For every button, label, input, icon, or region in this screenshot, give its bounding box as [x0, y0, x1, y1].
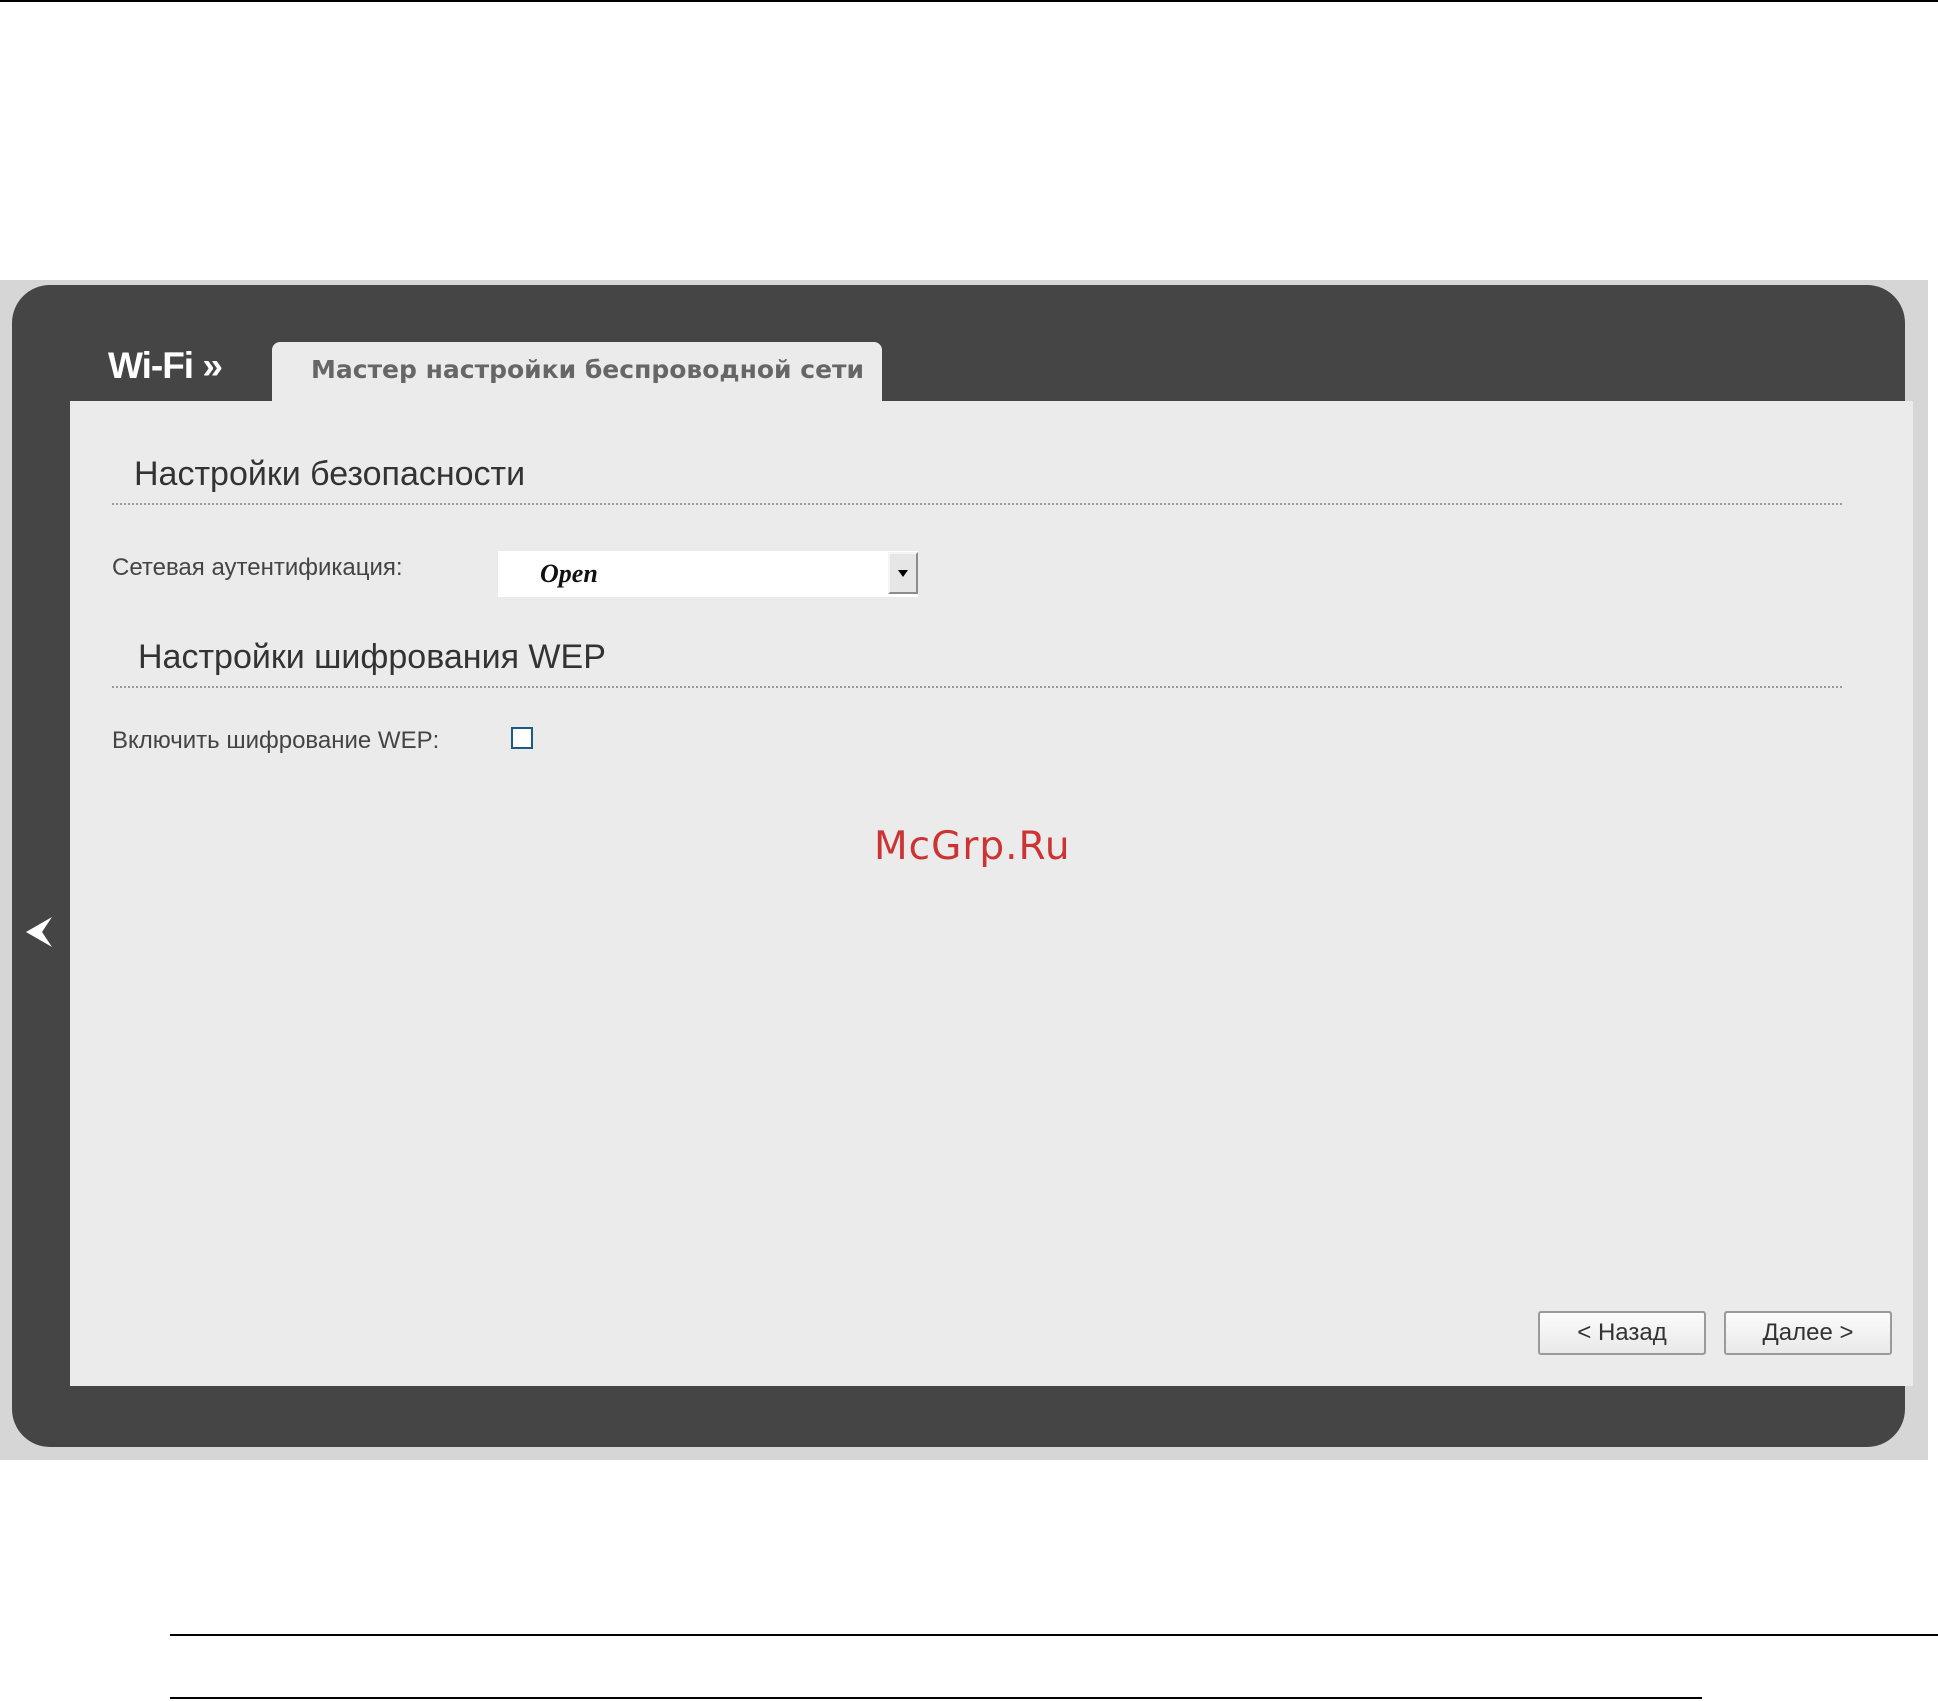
chevron-left-icon — [26, 917, 52, 947]
auth-select-toggle[interactable] — [888, 552, 918, 594]
next-button[interactable]: Далее > — [1724, 1311, 1892, 1355]
wep-heading: Настройки шифрования WEP — [138, 638, 606, 676]
triangle-down-icon — [898, 570, 908, 577]
wep-enable-checkbox[interactable] — [511, 727, 533, 749]
content-area — [70, 401, 1913, 1386]
top-page-rule — [0, 0, 1938, 2]
watermark: McGrp.Ru — [874, 824, 1071, 869]
auth-label: Сетевая аутентификация: — [112, 554, 403, 581]
wep-heading-divider — [112, 686, 1842, 688]
sidebar-toggle[interactable] — [24, 915, 56, 949]
wep-enable-label: Включить шифрование WEP: — [112, 727, 440, 754]
security-heading-divider — [112, 503, 1842, 505]
footer-rule-lower — [170, 1697, 1702, 1699]
auth-select[interactable]: Open — [498, 551, 918, 597]
auth-select-value: Open — [540, 559, 598, 588]
security-heading: Настройки безопасности — [134, 455, 526, 493]
footer-rule-upper — [170, 1634, 1938, 1636]
tab-wireless-wizard[interactable]: Мастер настройки беспроводной сети — [272, 342, 882, 402]
back-button[interactable]: < Назад — [1538, 1311, 1706, 1355]
section-breadcrumb[interactable]: Wi-Fi » — [108, 345, 223, 387]
